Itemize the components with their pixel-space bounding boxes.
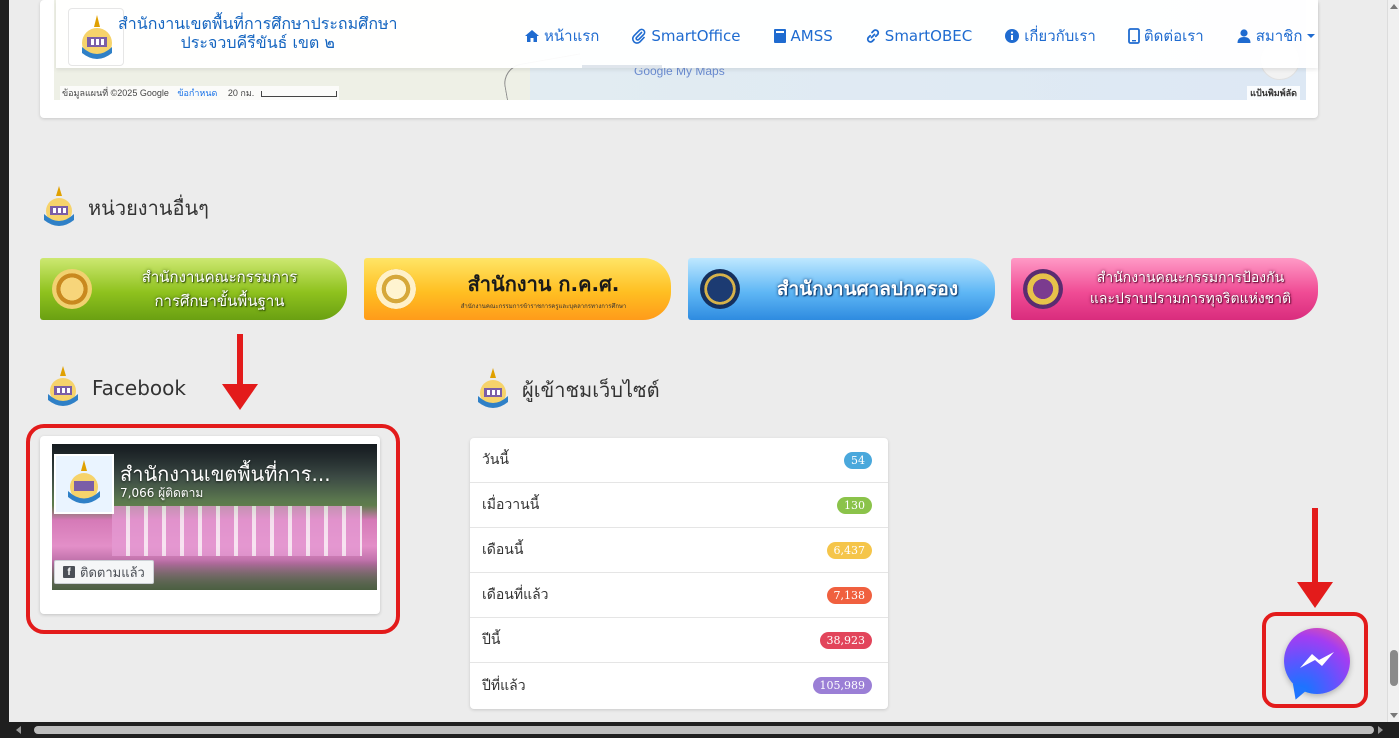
nav-home[interactable]: หน้าแรก	[524, 24, 599, 48]
map-attribution: ข้อมูลแผนที่ ©2025 Google	[62, 88, 169, 98]
emblem-icon	[44, 186, 74, 226]
admin-court-banner[interactable]: สำนักงานศาลปกครอง	[688, 258, 995, 320]
visitor-stats-list: วันนี้ 54 เมื่อวานนี้ 130 เดือนนี้ 6,437…	[470, 438, 888, 709]
admin-court-seal-icon	[700, 269, 740, 309]
nav-smartoffice[interactable]: SmartOffice	[631, 27, 741, 45]
scroll-right-arrow-icon[interactable]	[1378, 726, 1383, 734]
stat-row-last-month: เดือนที่แล้ว 7,138	[470, 573, 888, 618]
map-scale-bar	[260, 90, 337, 97]
nacc-banner[interactable]: สำนักงานคณะกรรมการป้องกัน และปราบปรามการ…	[1011, 258, 1318, 320]
annotation-box-facebook	[26, 424, 400, 634]
map-scale-label: 20 กม.	[227, 88, 255, 98]
ktc-seal-icon	[376, 269, 416, 309]
scroll-left-arrow-icon[interactable]	[16, 726, 21, 734]
stat-label: เดือนที่แล้ว	[482, 587, 549, 603]
annotation-arrow-shaft-facebook	[237, 334, 243, 386]
horizontal-scroll-thumb[interactable]	[34, 726, 1374, 734]
horizontal-scrollbar[interactable]	[0, 722, 1399, 738]
site-brand[interactable]: สำนักงานเขตพื้นที่การศึกษาประถมศึกษา ประ…	[118, 14, 398, 52]
stat-row-this-month: เดือนนี้ 6,437	[470, 528, 888, 573]
stat-badge: 130	[837, 496, 872, 514]
ktc-banner-text: สำนักงาน ก.ค.ศ. สำนักงานคณะกรรมการข้าราช…	[416, 268, 671, 311]
stat-row-last-year: ปีที่แล้ว 105,989	[470, 663, 888, 708]
nav-amss-label: AMSS	[790, 27, 833, 45]
nav-smartoffice-label: SmartOffice	[651, 27, 741, 45]
nav-smartobec-label: SmartOBEC	[884, 27, 973, 45]
phone-icon	[1127, 28, 1140, 44]
annotation-arrow-head-facebook	[222, 384, 258, 410]
window-left-edge	[0, 0, 9, 738]
stat-badge: 54	[844, 451, 872, 469]
facebook-section-header: Facebook	[40, 364, 186, 412]
obec-banner-line-2: การศึกษาขั้นพื้นฐาน	[154, 292, 285, 310]
nav-amss[interactable]: AMSS	[773, 27, 833, 45]
map-terms-link[interactable]: ข้อกำหนด	[177, 88, 217, 98]
annotation-box-messenger	[1262, 612, 1368, 708]
stat-badge: 105,989	[812, 677, 872, 694]
nav-member-dropdown[interactable]: สมาชิก	[1236, 24, 1321, 48]
admin-court-banner-text: สำนักงานศาลปกครอง	[740, 274, 995, 304]
vertical-scrollbar[interactable]	[1387, 0, 1399, 722]
paperclip-icon	[632, 28, 646, 44]
stat-badge: 6,437	[826, 541, 872, 559]
nav-home-label: หน้าแรก	[544, 27, 600, 45]
book-icon	[773, 29, 786, 43]
stat-label: วันนี้	[482, 452, 510, 468]
map-attribution-bar: ข้อมูลแผนที่ ©2025 Google ข้อกำหนด 20 กม…	[60, 86, 339, 100]
nacc-seal-icon	[1023, 269, 1063, 309]
annotation-arrow-shaft-messenger	[1312, 508, 1318, 584]
agencies-title: หน่วยงานอื่นๆ	[88, 196, 209, 220]
nav-contact-label: ติดต่อเรา	[1143, 27, 1204, 45]
obec-banner[interactable]: สำนักงานคณะกรรมการ การศึกษาขั้นพื้นฐาน	[40, 258, 347, 320]
obec-seal-icon	[52, 269, 92, 309]
emblem-icon	[82, 15, 112, 59]
agencies-section-header: หน่วยงานอื่นๆ	[36, 184, 209, 232]
nav-about[interactable]: เกี่ยวกับเรา	[1004, 24, 1096, 48]
stat-label: ปีนี้	[482, 632, 501, 648]
caret-down-icon	[1307, 34, 1316, 38]
ktc-banner-line-1: สำนักงาน ก.ค.ศ.	[467, 271, 620, 296]
user-icon	[1237, 29, 1251, 43]
nav-active-indicator	[582, 65, 662, 68]
scroll-down-arrow-icon[interactable]	[1390, 713, 1398, 718]
ktc-banner[interactable]: สำนักงาน ก.ค.ศ. สำนักงานคณะกรรมการข้าราช…	[364, 258, 671, 320]
vertical-scroll-thumb[interactable]	[1390, 650, 1398, 686]
map-keyboard-shortcuts[interactable]: แป้นพิมพ์ลัด	[1247, 86, 1300, 100]
stat-row-today: วันนี้ 54	[470, 438, 888, 483]
emblem-icon	[48, 366, 78, 406]
nav-menu: หน้าแรก SmartOffice AMSS SmartOBEC เกี่ย…	[524, 24, 1320, 48]
info-icon	[1005, 29, 1020, 43]
top-navbar: สำนักงานเขตพื้นที่การศึกษาประถมศึกษา ประ…	[56, 0, 1318, 68]
nacc-banner-text: สำนักงานคณะกรรมการป้องกัน และปราบปรามการ…	[1063, 268, 1318, 310]
site-logo[interactable]	[68, 8, 124, 66]
nav-smartobec[interactable]: SmartOBEC	[865, 27, 972, 45]
stat-row-yesterday: เมื่อวานนี้ 130	[470, 483, 888, 528]
obec-banner-text: สำนักงานคณะกรรมการ การศึกษาขั้นพื้นฐาน	[92, 265, 347, 313]
home-icon	[525, 30, 539, 42]
brand-line-2: ประจวบคีรีขันธ์ เขต ๒	[180, 33, 335, 52]
link-icon	[866, 29, 879, 43]
visitors-section-header: ผู้เข้าชมเว็บไซต์	[470, 366, 660, 414]
stat-label: เดือนนี้	[482, 542, 524, 558]
stat-label: ปีที่แล้ว	[482, 677, 526, 694]
visitors-title: ผู้เข้าชมเว็บไซต์	[522, 378, 660, 402]
obec-banner-line-1: สำนักงานคณะกรรมการ	[141, 268, 298, 286]
annotation-arrow-head-messenger	[1297, 582, 1333, 608]
stat-badge: 38,923	[819, 631, 872, 649]
emblem-icon	[478, 368, 508, 408]
brand-line-1: สำนักงานเขตพื้นที่การศึกษาประถมศึกษา	[118, 14, 398, 33]
stat-label: เมื่อวานนี้	[482, 497, 540, 513]
admin-court-banner-line-1: สำนักงานศาลปกครอง	[776, 278, 959, 300]
nacc-banner-line-2: และปราบปรามการทุจริตแห่งชาติ	[1089, 291, 1292, 307]
nav-member-label: สมาชิก	[1255, 27, 1303, 45]
facebook-title: Facebook	[92, 376, 186, 400]
nav-contact[interactable]: ติดต่อเรา	[1127, 24, 1204, 48]
nacc-banner-line-1: สำนักงานคณะกรรมการป้องกัน	[1096, 270, 1285, 286]
map-footer: ข้อมูลแผนที่ ©2025 Google ข้อกำหนด 20 กม…	[54, 84, 1306, 100]
stat-row-this-year: ปีนี้ 38,923	[470, 618, 888, 663]
ktc-banner-line-2: สำนักงานคณะกรรมการข้าราชการครูและบุคลากร…	[460, 302, 627, 310]
stat-badge: 7,138	[826, 586, 872, 604]
scroll-up-arrow-icon[interactable]	[1390, 4, 1398, 9]
nav-about-label: เกี่ยวกับเรา	[1024, 27, 1096, 45]
